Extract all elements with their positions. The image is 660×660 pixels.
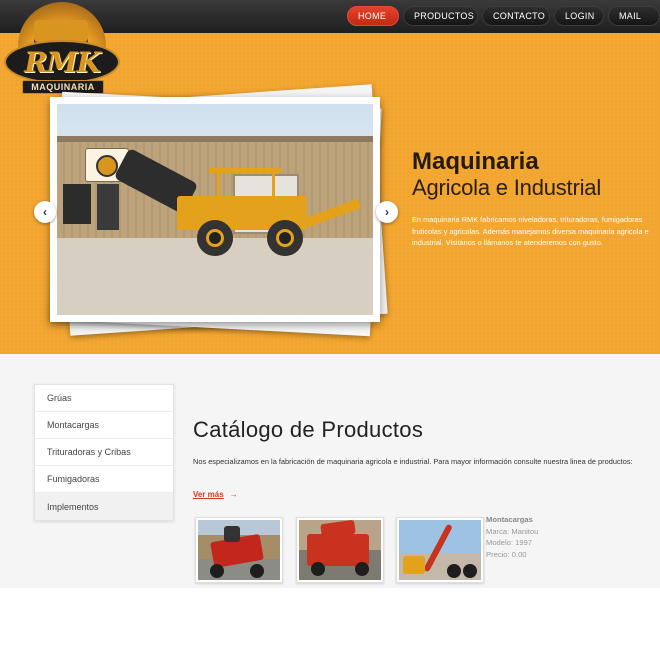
sidebar-item-trituradoras[interactable]: Trituradoras y Cribas xyxy=(35,439,173,466)
product-photo xyxy=(198,520,280,580)
nav-contacto[interactable]: CONTACTO › xyxy=(482,6,566,26)
hero-description: En maquinaria RMK fabricamos niveladoras… xyxy=(412,215,649,247)
sidebar-item-implementos[interactable]: Implementos xyxy=(35,493,173,520)
product-name[interactable]: Montacargas xyxy=(486,514,538,526)
slider-photo xyxy=(50,97,380,322)
nav-contacto-label: CONTACTO xyxy=(493,11,546,21)
category-sidebar: Grúas Montacargas Trituradoras y Cribas … xyxy=(34,384,174,521)
rmk-logo[interactable]: RMK MAQUINARIA xyxy=(4,2,120,94)
sidebar-item-gruas[interactable]: Grúas xyxy=(35,385,173,412)
product-thumbnail[interactable] xyxy=(396,517,484,583)
catalog-title: Catálogo de Productos xyxy=(193,417,424,442)
nav-login[interactable]: LOGIN › xyxy=(554,6,615,26)
main-nav: HOME › PRODUCTOS › CONTACTO › LOGIN › MA… xyxy=(347,6,660,26)
nav-home-label: HOME xyxy=(358,11,387,21)
sidebar-item-montacargas[interactable]: Montacargas xyxy=(35,412,173,439)
nav-mail-label: MAIL xyxy=(619,11,642,21)
product-price: Precio: 0.00 xyxy=(486,549,527,559)
nav-mail[interactable]: MAIL › xyxy=(608,6,660,26)
slider-next-button[interactable]: › xyxy=(376,201,398,223)
hero-title: Maquinaria xyxy=(412,148,539,175)
sidebar-item-fumigadoras[interactable]: Fumigadoras xyxy=(35,466,173,493)
logo-badge: RMK xyxy=(4,40,120,84)
arrow-right-icon: → xyxy=(229,490,238,499)
page: HOME › PRODUCTOS › CONTACTO › LOGIN › MA… xyxy=(0,0,660,660)
nav-productos[interactable]: PRODUCTOS › xyxy=(403,6,495,26)
chevron-right-icon: › xyxy=(385,205,389,219)
product-model: Modelo: 1997 xyxy=(486,538,533,547)
product-thumbnail[interactable] xyxy=(296,517,384,583)
nav-login-label: LOGIN xyxy=(565,11,595,21)
chevron-left-icon: ‹ xyxy=(43,205,47,219)
nav-home[interactable]: HOME › xyxy=(347,6,407,26)
trencher-machine-photo xyxy=(57,104,373,315)
product-photo xyxy=(299,520,381,580)
page-bottom xyxy=(0,588,660,660)
product-info: Montacargas Marca: Manitou Modelo: 1997 … xyxy=(486,514,538,560)
catalog-description: Nos especializamos en la fabricación de … xyxy=(193,457,633,466)
hero-subtitle: Agricola e Industrial xyxy=(412,175,602,200)
nav-productos-label: PRODUCTOS xyxy=(414,11,475,21)
product-photo xyxy=(399,520,481,580)
ver-mas-link[interactable]: Ver más → xyxy=(193,490,238,499)
product-thumbnail[interactable] xyxy=(195,517,283,583)
slider-prev-button[interactable]: ‹ xyxy=(34,201,56,223)
ver-mas-label: Ver más xyxy=(193,490,224,499)
logo-text: RMK xyxy=(24,45,101,79)
product-brand: Marca: Manitou xyxy=(486,526,539,536)
